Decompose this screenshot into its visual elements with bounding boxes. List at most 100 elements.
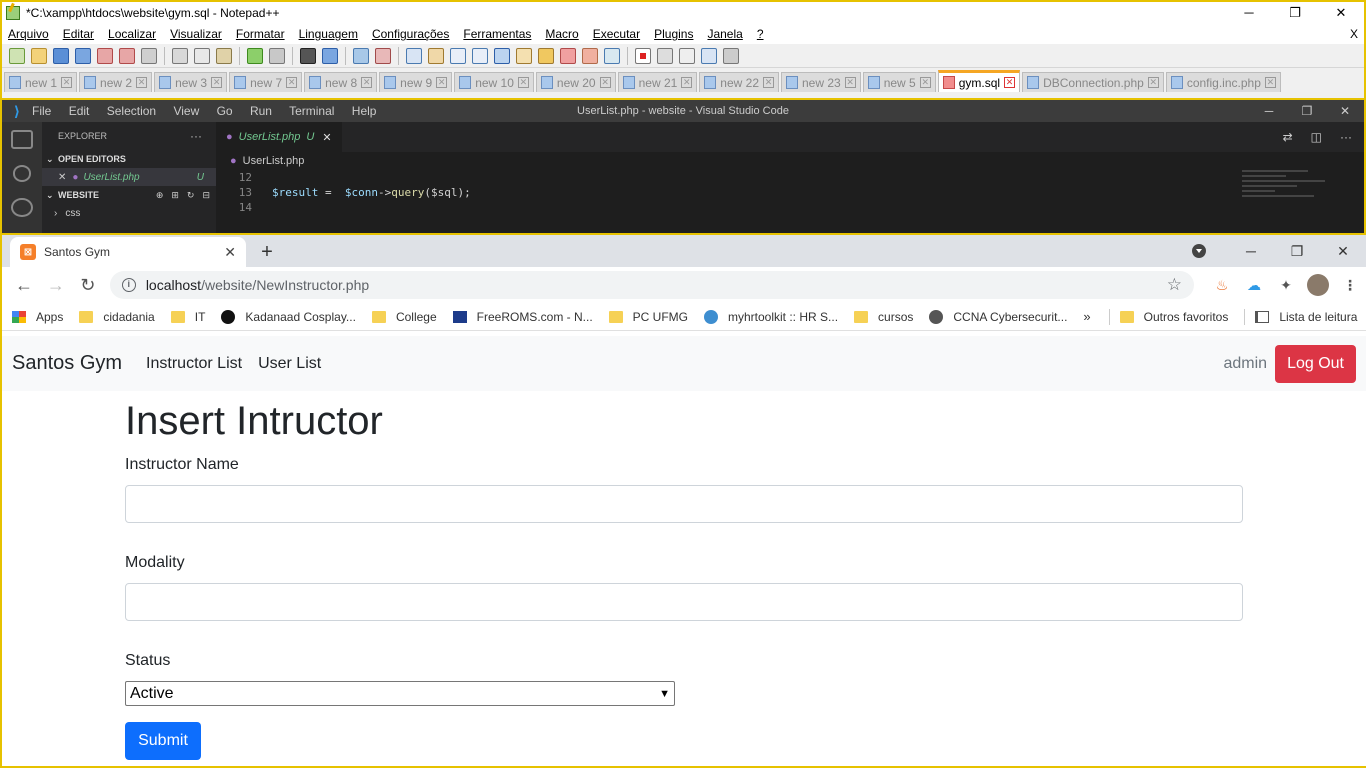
address-bar[interactable]: i localhost/website/NewInstructor.php ☆ <box>109 271 1194 299</box>
word-wrap-icon[interactable] <box>450 47 466 64</box>
profile-avatar[interactable] <box>1306 274 1329 296</box>
notepad-tab[interactable]: new 7 ✕ <box>229 72 303 92</box>
vscode-close-button[interactable]: ✕ <box>1326 104 1364 118</box>
open-file-icon[interactable] <box>31 47 47 64</box>
folder-item[interactable]: › css <box>42 204 216 222</box>
tab-close-icon[interactable]: ✕ <box>61 77 73 88</box>
show-all-chars-icon[interactable] <box>472 47 488 64</box>
status-select[interactable]: Active ▼ <box>125 681 675 706</box>
tab-close-icon[interactable]: ✕ <box>1264 77 1276 88</box>
bookmark-folder[interactable]: IT <box>170 310 205 324</box>
notepad-tab[interactable]: config.inc.php ✕ <box>1165 72 1281 92</box>
menu-janela[interactable]: Janela <box>707 27 742 41</box>
fire-extension-icon[interactable]: ♨ <box>1206 277 1238 294</box>
search-icon[interactable] <box>13 165 31 182</box>
extensions-puzzle-icon[interactable]: ✦ <box>1270 277 1302 294</box>
bookmark-star-icon[interactable]: ☆ <box>1167 275 1182 295</box>
breadcrumb[interactable]: ● UserList.php <box>216 152 1364 170</box>
sync-horizontal-icon[interactable] <box>428 47 444 64</box>
redo-icon[interactable] <box>269 47 285 64</box>
notepad-tab[interactable]: new 20 ✕ <box>535 72 616 92</box>
split-editor-icon[interactable]: ◫ <box>1311 130 1322 144</box>
browser-menu-icon[interactable]: ⋮ <box>1334 277 1366 294</box>
folder-icon[interactable] <box>582 47 598 64</box>
replace-icon[interactable] <box>322 47 338 64</box>
notepad-tab[interactable]: new 21 ✕ <box>617 72 698 92</box>
cut-icon[interactable] <box>172 47 188 64</box>
menu-formatar[interactable]: Formatar <box>236 27 285 41</box>
close-button[interactable]: ✕ <box>1318 5 1364 21</box>
indent-guide-icon[interactable] <box>494 47 510 64</box>
vscode-restore-button[interactable]: ❐ <box>1288 104 1326 118</box>
close-icon[interactable]: ✕ <box>322 131 331 144</box>
new-tab-button[interactable]: + <box>252 237 282 267</box>
restore-button[interactable]: ❐ <box>1272 5 1318 21</box>
bookmark-link[interactable]: myhrtoolkit :: HR S... <box>704 309 838 324</box>
menu-configuracoes[interactable]: Configurações <box>372 27 449 41</box>
tab-close-icon[interactable]: ✕ <box>517 77 529 88</box>
vscode-menu-selection[interactable]: Selection <box>107 104 156 118</box>
close-icon[interactable]: ✕ <box>58 172 66 183</box>
minimap[interactable] <box>1242 170 1352 233</box>
menu-plugins[interactable]: Plugins <box>654 27 693 41</box>
vscode-menu-view[interactable]: View <box>173 104 199 118</box>
vscode-menu-go[interactable]: Go <box>217 104 233 118</box>
close-all-icon[interactable] <box>119 47 135 64</box>
tab-close-icon[interactable]: ✕ <box>361 77 373 88</box>
restore-button[interactable]: ❐ <box>1274 243 1320 260</box>
menu-ferramentas[interactable]: Ferramentas <box>463 27 531 41</box>
menu-localizar[interactable]: Localizar <box>108 27 156 41</box>
stop-macro-icon[interactable] <box>657 47 673 64</box>
more-actions-icon[interactable]: ··· <box>190 129 202 143</box>
tab-close-icon[interactable]: ✕ <box>763 77 774 88</box>
zoom-in-icon[interactable] <box>353 47 369 64</box>
run-macro-multiple-icon[interactable] <box>701 47 717 64</box>
save-all-icon[interactable] <box>75 47 91 64</box>
notepad-tab[interactable]: new 8 ✕ <box>304 72 378 92</box>
notepad-tab[interactable]: DBConnection.php ✕ <box>1022 72 1164 92</box>
tab-close-icon[interactable]: ✕ <box>844 77 856 88</box>
minimize-button[interactable]: ─ <box>1228 243 1274 259</box>
more-bookmarks-icon[interactable]: » <box>1083 309 1090 324</box>
zoom-out-icon[interactable] <box>375 47 391 64</box>
notepad-tab-active[interactable]: gym.sql ✕ <box>937 70 1021 92</box>
bookmark-link[interactable]: FreeROMS.com - N... <box>452 310 593 324</box>
vscode-menu-terminal[interactable]: Terminal <box>289 104 334 118</box>
bookmark-folder[interactable]: cursos <box>854 310 913 324</box>
close-document-button[interactable]: X <box>1350 27 1358 41</box>
new-file-icon[interactable]: ⊕ <box>156 190 164 201</box>
reload-button[interactable]: ↻ <box>72 275 104 296</box>
editor-tab[interactable]: ● UserList.php U ✕ <box>216 122 342 152</box>
print-icon[interactable] <box>141 47 157 64</box>
folder-workspace-icon[interactable] <box>560 47 576 64</box>
notepad-tab[interactable]: new 22 ✕ <box>699 72 779 92</box>
site-brand[interactable]: Santos Gym <box>12 352 122 375</box>
nav-instructor-list[interactable]: Instructor List <box>146 355 242 373</box>
notepad-tab[interactable]: new 1 ✕ <box>4 72 78 92</box>
reading-list[interactable]: Lista de leitura <box>1255 310 1357 324</box>
bookmark-folder[interactable]: PC UFMG <box>608 310 688 324</box>
collapse-all-icon[interactable]: ⊟ <box>202 190 210 201</box>
code-view[interactable]: 12 13 $result = $conn -> query ($sql); 14 <box>216 170 1364 215</box>
paste-icon[interactable] <box>216 47 232 64</box>
menu-linguagem[interactable]: Linguagem <box>299 27 358 41</box>
notepad-tab[interactable]: new 10 ✕ <box>454 72 534 92</box>
open-editors-section[interactable]: ⌄ OPEN EDITORS <box>42 150 216 168</box>
bookmark-link[interactable]: CCNA Cybersecurit... <box>929 309 1067 324</box>
record-macro-icon[interactable] <box>635 47 651 64</box>
source-control-icon[interactable] <box>11 197 33 218</box>
menu-visualizar[interactable]: Visualizar <box>170 27 222 41</box>
tab-close-icon[interactable]: ✕ <box>1147 77 1159 88</box>
submit-button[interactable]: Submit <box>125 722 201 760</box>
tab-close-icon[interactable]: ✕ <box>224 244 236 261</box>
notepad-tab[interactable]: new 23 ✕ <box>781 72 861 92</box>
save-macro-icon[interactable] <box>723 47 739 64</box>
menu-executar[interactable]: Executar <box>593 27 640 41</box>
menu-editar[interactable]: Editar <box>63 27 94 41</box>
bookmark-folder[interactable]: College <box>371 310 437 324</box>
instructor-name-input[interactable] <box>125 485 1243 523</box>
modality-input[interactable] <box>125 583 1243 621</box>
vscode-menu-help[interactable]: Help <box>352 104 377 118</box>
tab-search-icon[interactable] <box>1192 244 1206 258</box>
notepad-tab[interactable]: new 5 ✕ <box>862 72 936 92</box>
